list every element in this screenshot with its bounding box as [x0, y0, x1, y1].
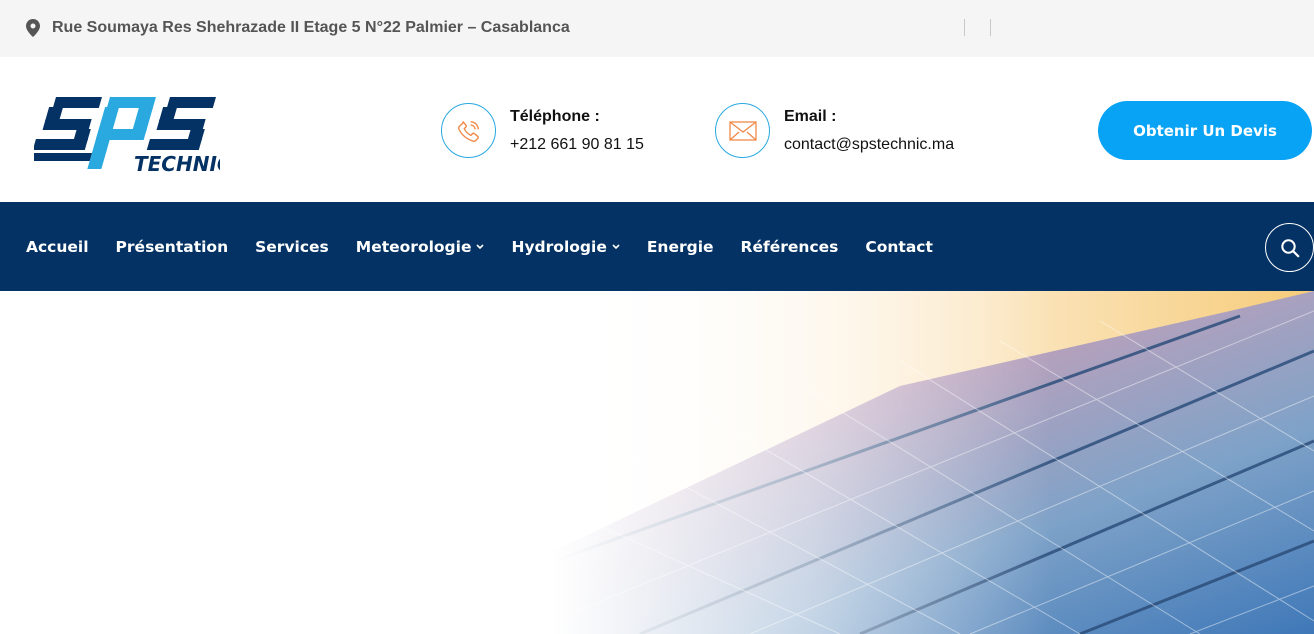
nav-item-contact[interactable]: Contact — [865, 238, 933, 256]
nav-item-label: Contact — [865, 237, 933, 256]
main-nav: Accueil Présentation Services Meteorolog… — [0, 202, 1314, 291]
nav-item-label: Présentation — [115, 237, 229, 256]
search-icon — [1280, 238, 1299, 257]
sps-technic-logo[interactable]: TECHNIC — [34, 83, 220, 177]
get-quote-button[interactable]: Obtenir Un Devis — [1098, 101, 1312, 160]
search-button[interactable] — [1265, 223, 1314, 272]
nav-item-meteorologie[interactable]: Meteorologie — [356, 238, 485, 256]
email-label: Email : — [784, 107, 837, 125]
phone-icon — [457, 120, 479, 142]
email-icon-circle — [715, 103, 770, 158]
nav-item-label: Accueil — [26, 237, 89, 256]
nav-item-label: Hydrologie — [511, 237, 607, 256]
envelope-icon — [728, 120, 757, 141]
nav-item-presentation[interactable]: Présentation — [116, 238, 229, 256]
phone-contact[interactable]: Téléphone : +212 661 90 81 15 — [441, 103, 644, 158]
chevron-down-icon — [612, 243, 620, 249]
solar-panels-image — [0, 291, 1314, 634]
topbar-divider — [964, 19, 965, 36]
phone-value[interactable]: +212 661 90 81 15 — [510, 135, 644, 155]
nav-item-services[interactable]: Services — [255, 238, 329, 256]
address-text: Rue Soumaya Res Shehrazade II Etage 5 N°… — [52, 19, 570, 36]
topbar-divider — [990, 19, 991, 36]
map-pin-icon — [26, 19, 40, 37]
phone-icon-circle — [441, 103, 496, 158]
chevron-down-icon — [476, 243, 485, 249]
nav-item-label: Références — [740, 237, 839, 256]
phone-label: Téléphone : — [510, 107, 600, 125]
site-header: TECHNIC Téléphone : +212 661 90 81 15 Em… — [0, 57, 1314, 202]
nav-item-accueil[interactable]: Accueil — [26, 238, 89, 256]
nav-item-hydrologie[interactable]: Hydrologie — [511, 237, 620, 256]
hero-banner — [0, 291, 1314, 634]
top-bar: Rue Soumaya Res Shehrazade II Etage 5 N°… — [0, 0, 1314, 57]
email-contact[interactable]: Email : contact@spstechnic.ma — [715, 103, 954, 158]
address-block: Rue Soumaya Res Shehrazade II Etage 5 N°… — [26, 19, 570, 37]
nav-item-label: Services — [255, 237, 329, 256]
nav-item-label: Energie — [646, 237, 714, 256]
email-value[interactable]: contact@spstechnic.ma — [784, 135, 954, 155]
nav-item-references[interactable]: Références — [741, 238, 839, 256]
nav-item-label: Meteorologie — [355, 237, 472, 256]
logo-technic-text: TECHNIC — [134, 152, 220, 176]
nav-item-energie[interactable]: Energie — [647, 238, 714, 256]
